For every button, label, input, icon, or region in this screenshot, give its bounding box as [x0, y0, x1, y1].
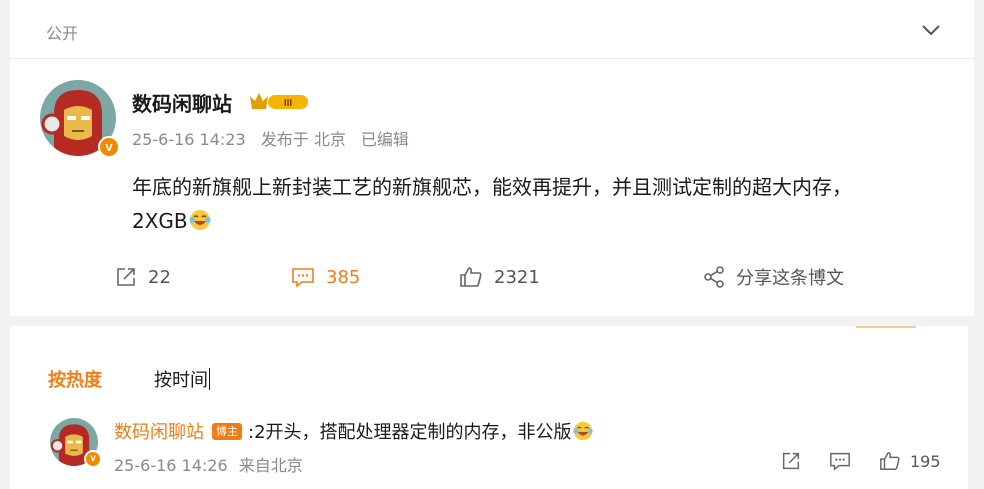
- comment-repost-button[interactable]: [780, 450, 802, 472]
- post-body: 年底的新旗舰上新封装工艺的新旗舰芯，能效再提升，并且测试定制的超大内存， 2XG…: [132, 170, 952, 238]
- repost-count: 22: [148, 266, 171, 288]
- comment-source: 来自北京: [238, 456, 303, 475]
- verified-badge-icon: v: [98, 136, 120, 158]
- thumbs-up-icon: [880, 452, 900, 470]
- share-button[interactable]: 分享这条博文: [702, 262, 844, 292]
- comment-actions: 195: [780, 450, 941, 472]
- post-card: 公开 v 数码闲聊站 III 25-6-16 14:23 发布于 北京 已编辑: [10, 0, 974, 316]
- thumbs-up-icon: [460, 267, 482, 287]
- active-tab-indicator: [856, 326, 916, 328]
- edited-label[interactable]: 已编辑: [361, 130, 409, 149]
- comment-like-count: 195: [910, 451, 941, 471]
- comment-meta: 25-6-16 14:26 来自北京: [114, 452, 309, 476]
- repost-icon: [782, 452, 800, 470]
- comment-icon: [292, 268, 314, 288]
- comment-avatar[interactable]: v: [50, 418, 102, 468]
- comment-reply-button[interactable]: [828, 450, 852, 472]
- comment-like-button[interactable]: 195: [878, 450, 941, 472]
- svg-text:III: III: [284, 98, 293, 109]
- comment-content: 数码闲聊站 博主 :2开头，搭配处理器定制的内存，非公版: [114, 418, 594, 444]
- like-button[interactable]: 2321: [458, 262, 540, 292]
- like-count: 2321: [494, 266, 540, 288]
- comment-text: :2开头，搭配处理器定制的内存，非公版: [248, 422, 572, 443]
- post-text-line: 年底的新旗舰上新封装工艺的新旗舰芯，能效再提升，并且测试定制的超大内存，: [132, 175, 852, 199]
- vip-crown-icon[interactable]: III: [248, 90, 310, 112]
- share-label: 分享这条博文: [736, 268, 844, 289]
- visibility-label: 公开: [46, 24, 79, 43]
- post-text-line: 2XGB: [132, 204, 952, 238]
- laugh-cry-emoji-icon: [572, 421, 593, 441]
- post-meta: 25-6-16 14:23 发布于 北京 已编辑: [132, 126, 419, 150]
- verified-badge-icon: v: [84, 450, 102, 468]
- divider: [10, 58, 974, 59]
- chevron-down-icon[interactable]: [920, 22, 942, 38]
- share-icon: [704, 266, 724, 288]
- comment-author[interactable]: 数码闲聊站: [114, 418, 204, 444]
- comment-count: 385: [326, 266, 361, 288]
- author-badge: 博主: [212, 422, 242, 440]
- repost-icon: [117, 268, 135, 286]
- repost-button[interactable]: 22: [114, 262, 171, 292]
- author-name[interactable]: 数码闲聊站: [132, 88, 232, 117]
- laugh-cry-emoji-icon: [189, 210, 211, 230]
- sort-by-time-tab[interactable]: 按时间: [154, 366, 210, 392]
- comment-icon: [830, 452, 850, 471]
- text-cursor: [209, 368, 210, 390]
- comment-button[interactable]: 385: [290, 262, 360, 292]
- avatar[interactable]: v: [40, 80, 120, 158]
- comment-timestamp: 25-6-16 14:26: [114, 456, 228, 475]
- sort-by-hot-tab[interactable]: 按热度: [48, 366, 102, 392]
- post-location: 发布于 北京: [260, 130, 346, 149]
- comments-panel: 按热度 按时间 v 数码闲聊站 博主 :2开头，搭配处理器定制的内存，非公版 2…: [10, 326, 968, 489]
- post-timestamp[interactable]: 25-6-16 14:23: [132, 130, 246, 149]
